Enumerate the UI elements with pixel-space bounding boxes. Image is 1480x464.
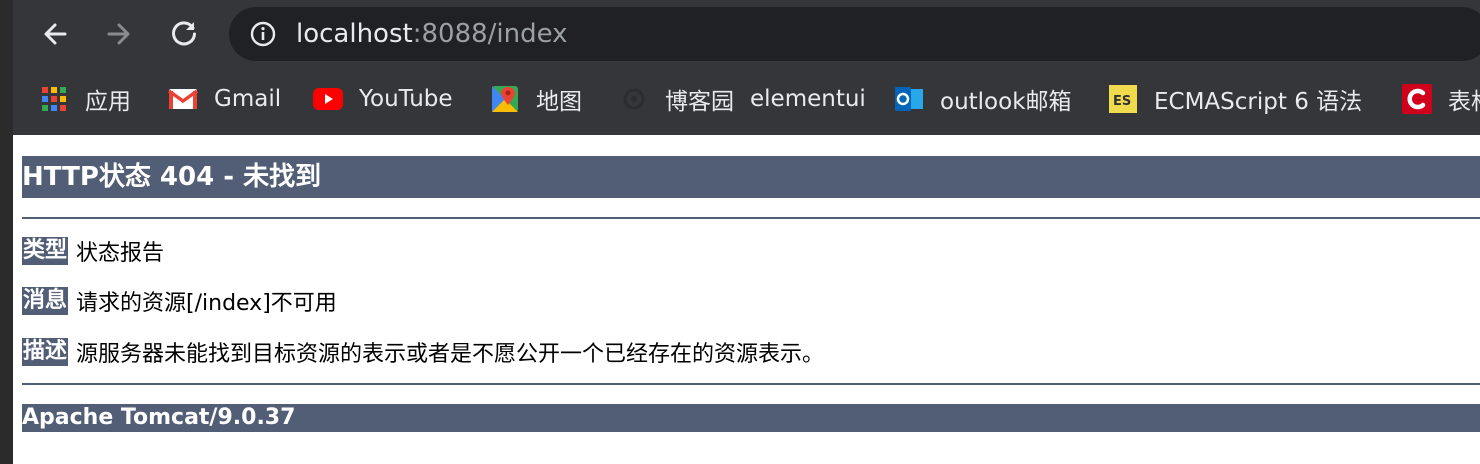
bookmark-label: outlook邮箱	[940, 89, 1072, 115]
page-title: HTTP状态 404 - 未找到	[22, 156, 1480, 198]
es-icon: ES	[1108, 84, 1138, 114]
page-content: HTTP状态 404 - 未找到 类型 状态报告 消息 请求的资源[/index…	[22, 135, 1480, 464]
forward-arrow-icon	[107, 23, 130, 45]
forward-button[interactable]	[99, 14, 139, 54]
bookmark-label: ECMAScript 6 语法	[1154, 89, 1363, 115]
row-description: 描述 源服务器未能找到目标资源的表示或者是不愿公开一个已经存在的资源表示。	[22, 337, 824, 367]
bookmark-label: Gmail	[214, 86, 282, 112]
red-c-icon	[1402, 84, 1432, 114]
row-message: 消息 请求的资源[/index]不可用	[22, 286, 337, 316]
reload-icon	[172, 21, 196, 46]
youtube-icon	[313, 84, 343, 114]
bookmark-maps[interactable]: 地图	[490, 82, 582, 116]
url-host: localhost	[296, 19, 413, 49]
gmail-icon	[168, 84, 198, 114]
cnblogs-icon	[619, 84, 649, 114]
outlook-icon	[894, 84, 924, 114]
back-arrow-icon	[44, 23, 67, 45]
bookmark-label: 地图	[536, 89, 582, 115]
bookmark-elementui[interactable]: elementui	[750, 82, 866, 116]
row-label: 描述	[22, 338, 69, 366]
bookmark-label: elementui	[750, 86, 866, 112]
row-text: 请求的资源[/index]不可用	[76, 291, 337, 316]
apps-grid-icon	[39, 84, 69, 114]
divider-bottom	[22, 383, 1480, 385]
url-path: :8088/index	[412, 19, 568, 49]
bookmark-cnblogs[interactable]: 博客园	[619, 82, 734, 116]
url-text[interactable]: localhost:8088/index	[296, 7, 568, 61]
row-text: 状态报告	[76, 241, 165, 266]
reload-button[interactable]	[164, 14, 204, 54]
server-footer: Apache Tomcat/9.0.37	[22, 404, 1480, 432]
svg-text:ES: ES	[1113, 94, 1131, 109]
bookmarks-bar: 应用 Gmail YouTube 地图 博客园 elementui outloo…	[13, 68, 1480, 135]
row-type: 类型 状态报告	[22, 236, 164, 266]
bookmark-label: 应用	[85, 89, 131, 115]
bookmark-label: YouTube	[359, 86, 453, 112]
bookmark-outlook[interactable]: outlook邮箱	[894, 82, 1072, 116]
row-text: 源服务器未能找到目标资源的表示或者是不愿公开一个已经存在的资源表示。	[76, 342, 825, 367]
bookmark-youtube[interactable]: YouTube	[313, 82, 453, 116]
bookmark-table[interactable]: 表格	[1402, 82, 1480, 116]
window-left-edge	[0, 0, 13, 464]
browser-toolbar: localhost:8088/index	[13, 0, 1480, 68]
address-bar[interactable]: localhost:8088/index	[229, 7, 1480, 61]
bookmark-label: 博客园	[665, 89, 734, 115]
bookmark-gmail[interactable]: Gmail	[168, 82, 281, 116]
bookmark-apps[interactable]: 应用	[39, 82, 131, 116]
bookmark-es6[interactable]: ES ECMAScript 6 语法	[1108, 82, 1362, 116]
maps-icon	[490, 84, 520, 114]
info-icon[interactable]	[250, 21, 276, 47]
divider-top	[22, 217, 1480, 219]
back-button[interactable]	[35, 14, 75, 54]
browser-chrome: localhost:8088/index 应用 Gmail YouTube 地图…	[13, 0, 1480, 135]
bookmark-label: 表格	[1448, 89, 1480, 115]
row-label: 消息	[22, 287, 69, 315]
row-label: 类型	[22, 237, 69, 265]
